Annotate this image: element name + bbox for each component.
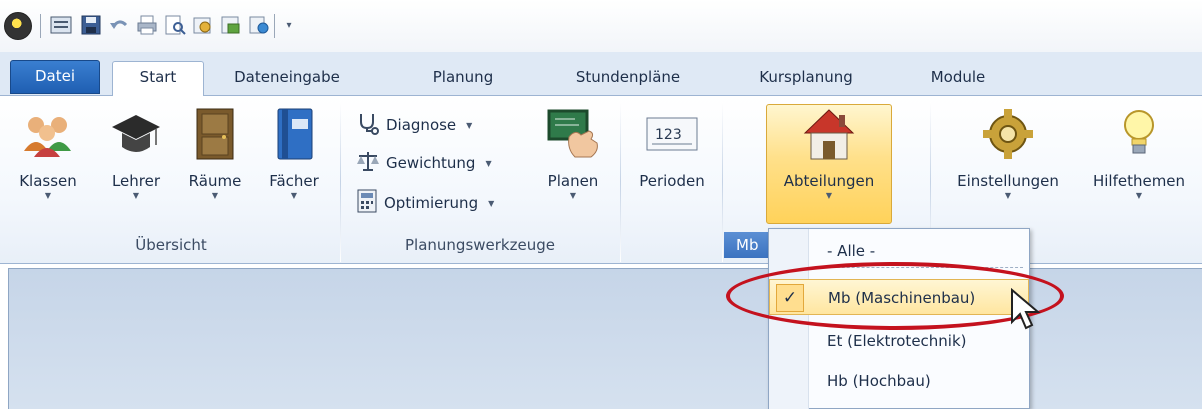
settings-button[interactable]: Einstellungen ▼ [938, 106, 1078, 202]
chevron-down-icon: ▼ [211, 191, 219, 200]
chevron-down-icon: ▼ [466, 120, 473, 130]
lightbulb-icon [1111, 106, 1167, 162]
chevron-down-icon: ▼ [44, 191, 52, 200]
periods-button[interactable]: 123 Perioden [624, 106, 720, 190]
chevron-down-icon: ▼ [290, 191, 298, 200]
ribbon-tab-bar: Datei Start Dateneingabe Planung Stunden… [0, 52, 1202, 97]
diagnosis-label: Diagnose [386, 116, 457, 134]
chevron-down-icon: ▼ [132, 191, 140, 200]
group-divider [620, 102, 621, 262]
chevron-down-icon: ▼ [1135, 191, 1143, 200]
graduation-cap-icon [108, 106, 164, 162]
tab-timetables[interactable]: Stundenpläne [548, 62, 708, 96]
gear-icon [980, 106, 1036, 162]
classes-icon [20, 106, 76, 162]
rooms-button[interactable]: Räume ▼ [176, 106, 254, 202]
weighting-label: Gewichtung [386, 154, 476, 172]
report-icon[interactable] [220, 14, 242, 36]
subjects-label: Fächer [269, 172, 319, 190]
print-preview-icon[interactable] [164, 14, 186, 36]
export-icon[interactable] [248, 14, 270, 36]
help-topics-button[interactable]: Hilfethemen ▼ [1080, 106, 1198, 202]
teachers-label: Lehrer [111, 172, 161, 190]
board-hand-icon [545, 106, 601, 162]
quick-access-toolbar: ▾ [0, 0, 1202, 52]
periods-label: Perioden [639, 172, 705, 190]
toolbar-divider [40, 14, 41, 38]
tab-planning[interactable]: Planung [408, 62, 518, 96]
chevron-down-icon: ▼ [825, 191, 833, 200]
house-icon [801, 106, 857, 162]
tab-start[interactable]: Start [112, 61, 204, 97]
group-divider [722, 102, 723, 262]
calculator-icon [356, 189, 378, 217]
current-department-label: Mb [724, 232, 770, 258]
dropdown-item-hb[interactable]: Hb (Hochbau) [769, 363, 1029, 399]
tab-course-planning[interactable]: Kursplanung [736, 62, 876, 96]
new-icon[interactable] [50, 14, 72, 36]
svg-text:123: 123 [655, 127, 682, 143]
save-icon[interactable] [80, 14, 102, 36]
mouse-cursor-icon [1010, 287, 1044, 336]
chevron-down-icon: ▼ [1004, 191, 1012, 200]
tab-data-entry[interactable]: Dateneingabe [222, 62, 352, 96]
chevron-down-icon: ▼ [485, 158, 492, 168]
tab-file[interactable]: Datei [10, 60, 100, 94]
rooms-label: Räume [188, 172, 242, 190]
app-orb-icon[interactable] [4, 12, 32, 40]
classes-button[interactable]: Klassen ▼ [6, 106, 90, 202]
chevron-down-icon: ▼ [569, 191, 577, 200]
weighting-button[interactable]: Gewichtung ▼ [356, 148, 492, 178]
print-icon[interactable] [136, 14, 158, 36]
customize-toolbar-icon[interactable]: ▾ [278, 14, 300, 36]
optimization-button[interactable]: Optimierung ▼ [356, 188, 494, 218]
scale-icon [356, 149, 380, 177]
departments-button[interactable]: Abteilungen ▼ [766, 106, 892, 202]
door-icon [187, 106, 243, 162]
plan-label: Planen [547, 172, 599, 190]
binder-icon [266, 106, 322, 162]
periods-123-icon: 123 [644, 106, 700, 162]
departments-label: Abteilungen [783, 172, 875, 190]
teachers-button[interactable]: Lehrer ▼ [100, 106, 172, 202]
chevron-down-icon: ▼ [488, 198, 495, 208]
group-divider [340, 102, 341, 262]
settings-label: Einstellungen [957, 172, 1059, 190]
settings-small-icon[interactable] [192, 14, 214, 36]
help-topics-label: Hilfethemen [1092, 172, 1186, 190]
tab-modules[interactable]: Module [908, 62, 1008, 96]
group-label-planning-tools: Planungswerkzeuge [405, 236, 555, 254]
optimization-label: Optimierung [384, 194, 479, 212]
subjects-button[interactable]: Fächer ▼ [256, 106, 332, 202]
diagnosis-button[interactable]: Diagnose ▼ [356, 110, 472, 140]
plan-button[interactable]: Planen ▼ [532, 106, 614, 202]
classes-label: Klassen [19, 172, 77, 190]
undo-icon[interactable] [108, 14, 130, 36]
stethoscope-icon [356, 111, 380, 139]
toolbar-divider [274, 14, 275, 38]
group-label-overview: Übersicht [135, 236, 207, 254]
